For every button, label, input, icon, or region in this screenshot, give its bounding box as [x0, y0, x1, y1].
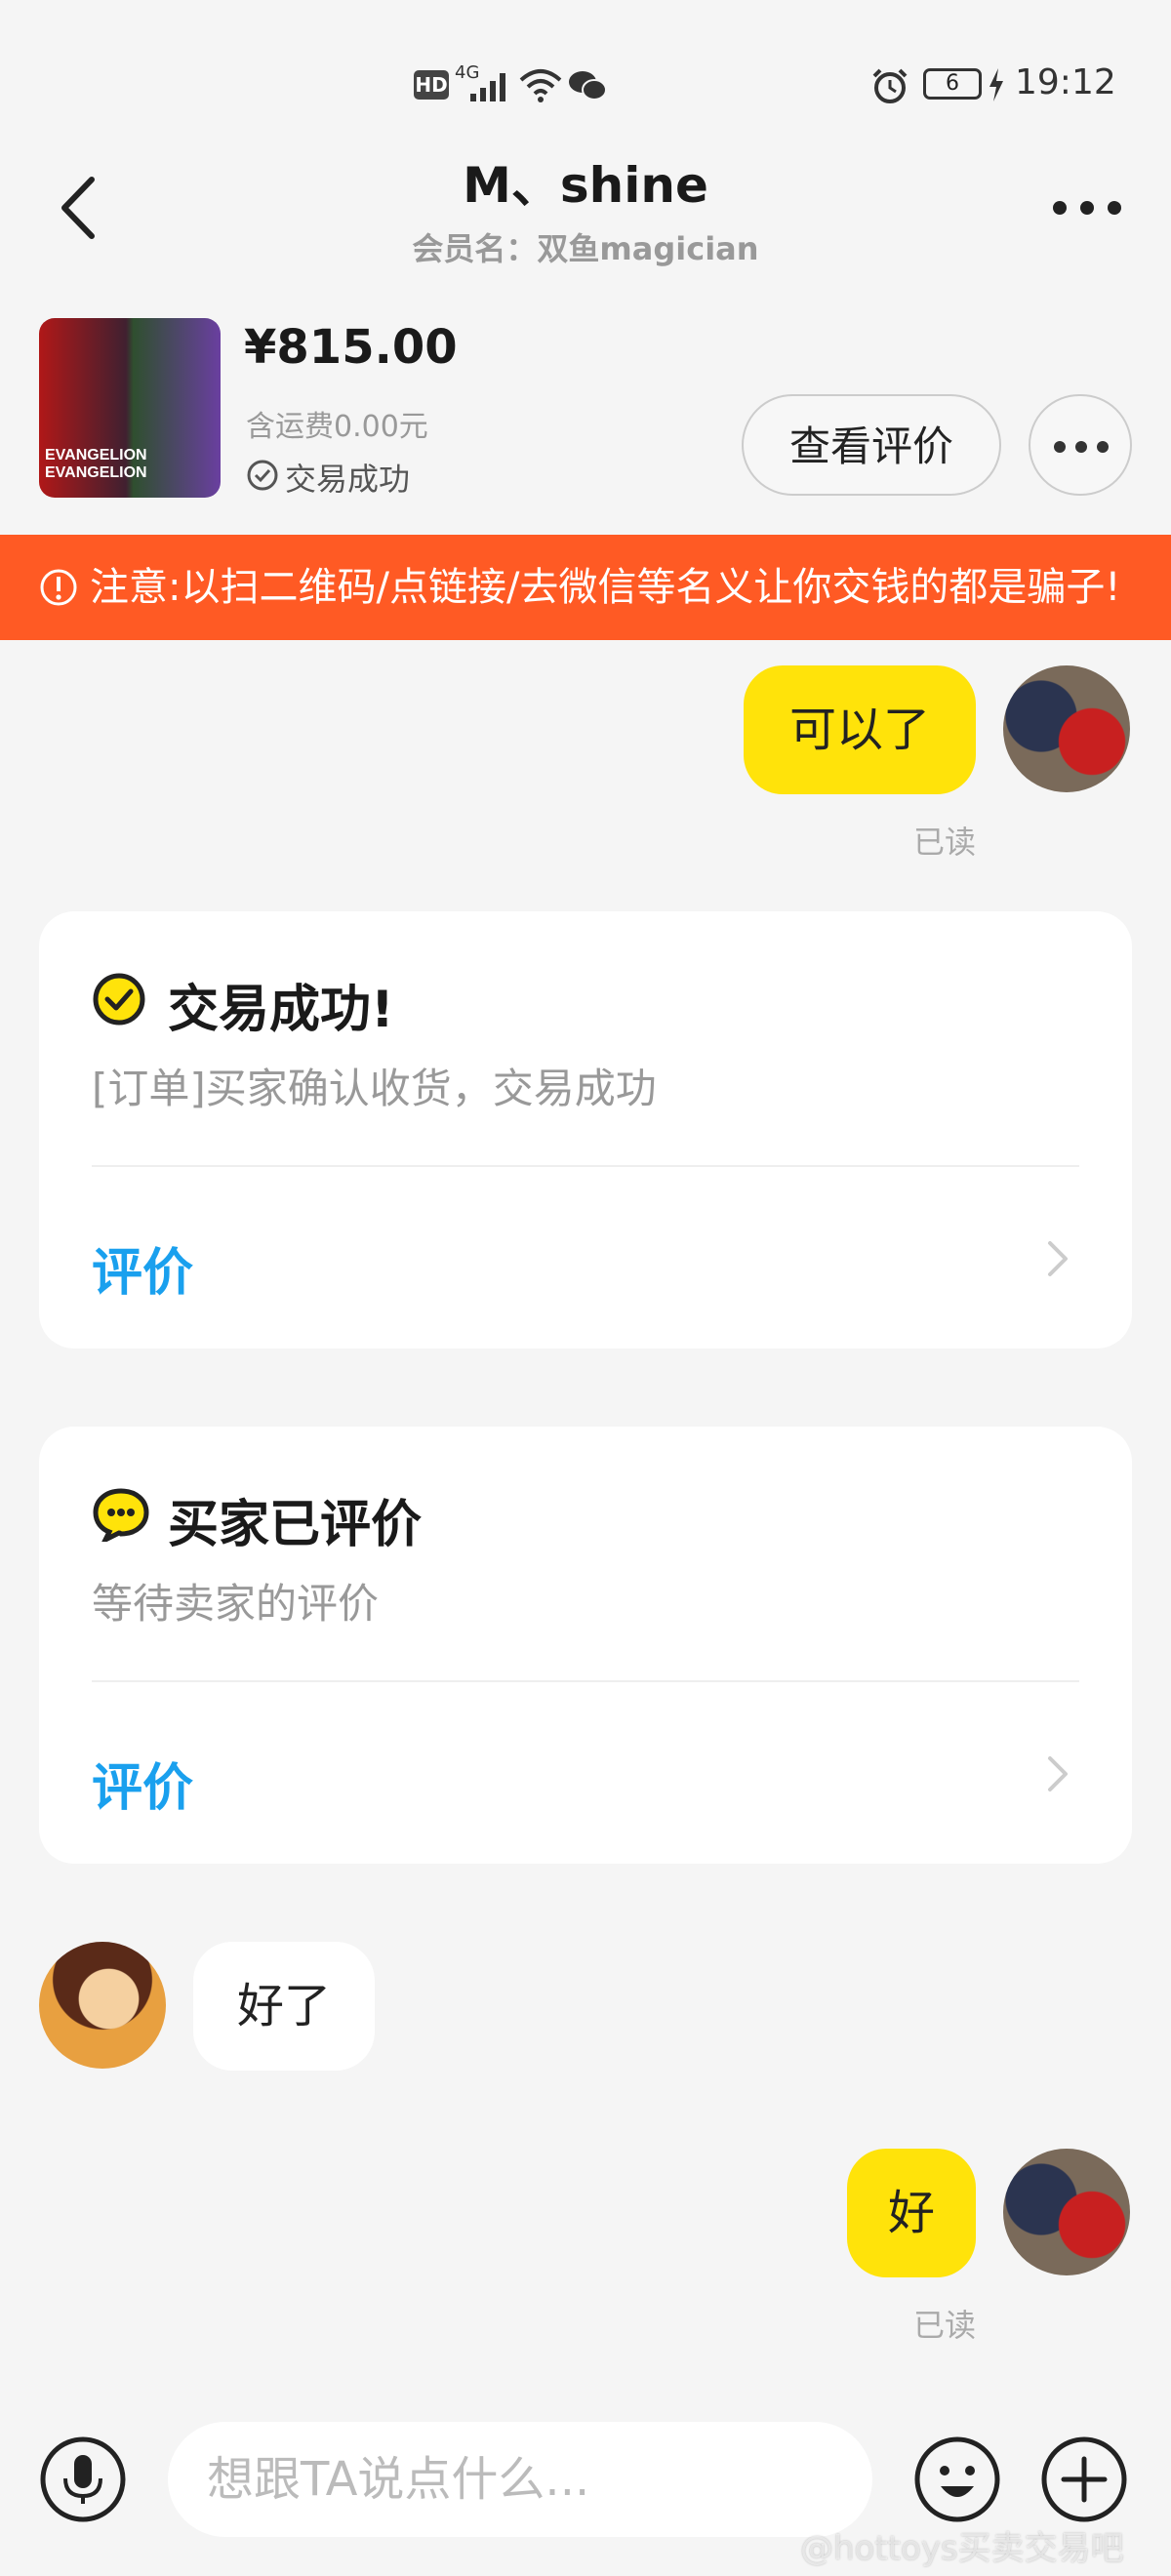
- message-bubble-sent[interactable]: 好: [847, 2149, 976, 2277]
- clock: 19:12: [1015, 62, 1116, 102]
- check-circle-icon: [247, 460, 278, 491]
- avatar-me[interactable]: [1003, 665, 1130, 792]
- card-title: 买家已评价: [168, 1496, 423, 1554]
- product-thumbnail[interactable]: EVANGELION EVANGELION: [39, 318, 221, 498]
- chevron-right-icon[interactable]: [1036, 1237, 1079, 1280]
- card-subtitle: [订单]买家确认收货，交易成功: [92, 1065, 657, 1112]
- status-bar: HD 4G 6 19:12: [0, 0, 1171, 146]
- avatar-other[interactable]: [39, 1942, 166, 2069]
- shipping-fee: 含运费0.00元: [246, 410, 428, 444]
- product-price: ¥815.00: [244, 320, 458, 375]
- voice-icon[interactable]: [39, 2435, 127, 2523]
- more-dots-icon: [1054, 441, 1109, 453]
- check-circle-icon: [93, 973, 145, 1026]
- wifi-icon: [519, 69, 562, 102]
- message-input[interactable]: 想跟TA说点什么...: [168, 2422, 872, 2537]
- scam-warning-banner: 注意:以扫二维码/点链接/去微信等名义让你交钱的都是骗子!: [0, 535, 1171, 640]
- card-subtitle: 等待卖家的评价: [92, 1580, 380, 1628]
- chevron-right-icon[interactable]: [1036, 1752, 1079, 1795]
- card-review-link[interactable]: 评价: [92, 1231, 193, 1305]
- card-review-link[interactable]: 评价: [92, 1747, 193, 1820]
- battery-icon: 6: [923, 68, 982, 100]
- card-title: 交易成功!: [168, 981, 394, 1039]
- message-bubble-sent[interactable]: 可以了: [744, 665, 976, 794]
- speech-bubble-icon: [93, 1488, 149, 1542]
- signal-icon: [470, 73, 505, 101]
- add-icon[interactable]: [1040, 2435, 1128, 2523]
- read-receipt: 已读: [913, 824, 977, 861]
- read-receipt: 已读: [913, 2307, 977, 2344]
- message-bubble-received[interactable]: 好了: [193, 1942, 375, 2071]
- warning-text: 注意:以扫二维码/点链接/去微信等名义让你交钱的都是骗子!: [90, 565, 1121, 610]
- thumbnail-logo-text: EVANGELION EVANGELION: [45, 447, 147, 481]
- view-review-button[interactable]: 查看评价: [742, 394, 1001, 496]
- member-name: 会员名：双鱼magician: [412, 230, 759, 267]
- card-divider: [92, 1165, 1079, 1167]
- avatar-me[interactable]: [1003, 2149, 1130, 2275]
- buyer-reviewed-card: 买家已评价 等待卖家的评价 评价: [39, 1427, 1132, 1864]
- emoji-icon[interactable]: [913, 2435, 1001, 2523]
- wechat-icon: [569, 71, 607, 101]
- trade-success-card: 交易成功! [订单]买家确认收货，交易成功 评价: [39, 911, 1132, 1348]
- battery-level: 6: [946, 71, 959, 96]
- charging-icon: [989, 68, 1003, 101]
- more-icon[interactable]: [1050, 193, 1124, 222]
- warning-icon: [40, 569, 77, 606]
- trade-status: 交易成功: [285, 461, 411, 498]
- hd-badge: HD: [414, 70, 449, 100]
- page-title: M、shine: [463, 157, 708, 214]
- watermark: @hottoys买卖交易吧: [800, 2529, 1124, 2568]
- alarm-icon: [872, 68, 908, 103]
- card-divider: [92, 1680, 1079, 1682]
- product-more-button[interactable]: [1029, 394, 1132, 496]
